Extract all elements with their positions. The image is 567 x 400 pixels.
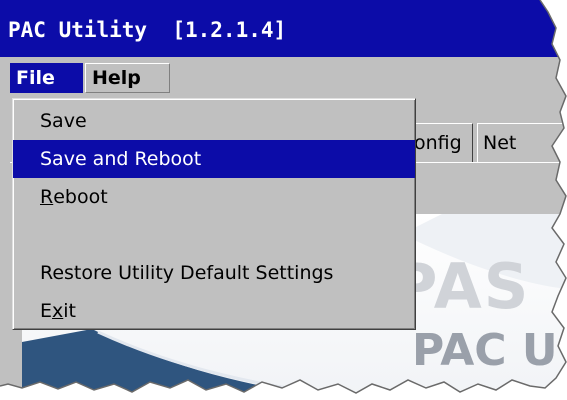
torn-edge-outline xyxy=(0,0,567,394)
